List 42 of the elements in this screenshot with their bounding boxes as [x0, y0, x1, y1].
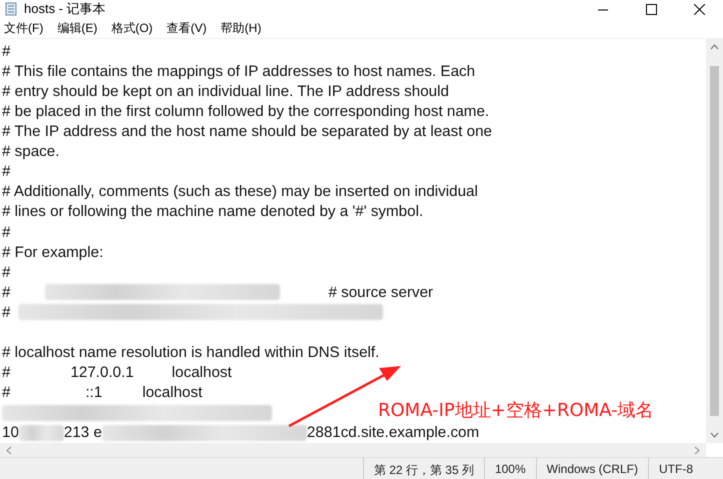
text-line: 213 e [64, 424, 102, 442]
text-line: # [2, 224, 10, 241]
maximize-icon [646, 4, 656, 14]
window-title: hosts - 记事本 [24, 0, 107, 18]
annotation-text: ROMA-IP地址+空格+ROMA-域名 [378, 399, 654, 422]
text-line: 127.0.0.1 [70, 364, 134, 382]
text-line: # Additionally, comments (such as these) may be inserted on individual [2, 183, 478, 200]
status-text: 第 22 行，第 35 列 [362, 458, 484, 479]
horizontal-scrollbar[interactable] [0, 443, 706, 457]
menu-item[interactable]: 格式(O) [111, 20, 153, 37]
text-line: # lines or following the machine name denoted by a '#' symbol. [2, 203, 424, 220]
text-line: localhost [142, 384, 202, 402]
menu-item[interactable]: 查看(V) [166, 20, 207, 37]
status-text: Windows (CRLF) [536, 458, 648, 479]
notepad-icon [4, 2, 18, 16]
vertical-scrollbar[interactable] [706, 39, 723, 443]
menu-item[interactable]: 文件(F) [4, 20, 44, 37]
redacted-block [18, 424, 64, 441]
text-line: # [2, 264, 10, 281]
text-line: # [2, 163, 10, 180]
menu-item[interactable]: 编辑(E) [57, 20, 98, 37]
text-line: # source server [328, 284, 434, 301]
text-line: # [2, 364, 10, 382]
text-line: # The IP address and the host name should be separated by at least one [2, 123, 492, 140]
text-line: # space. [2, 143, 60, 160]
text-line: # entry should be kept on an individual line. The IP address should [2, 82, 449, 100]
text-line: ::1 [85, 384, 102, 402]
status-text: UTF-8 [648, 458, 703, 479]
text-line: localhost [172, 364, 232, 382]
text-line: # [2, 284, 10, 301]
text-line: 10 [2, 424, 19, 442]
text-line: # This file contains the mappings of IP addresses to host names. Each [2, 62, 476, 80]
text-line: # localhost name resolution is handled within DNS itself. [2, 344, 380, 362]
text-line: # be placed in the first column followed by the corresponding host name. [2, 102, 490, 120]
close-icon [694, 4, 704, 14]
menu-item[interactable]: 帮助(H) [220, 20, 262, 37]
text-line: # [2, 384, 10, 402]
text-line: # For example: [2, 244, 104, 261]
text-line: 2881cd.site.example.com [306, 424, 480, 442]
text-line: # [2, 304, 10, 321]
text-line: # [2, 42, 10, 60]
status-text: 100% [484, 458, 536, 479]
